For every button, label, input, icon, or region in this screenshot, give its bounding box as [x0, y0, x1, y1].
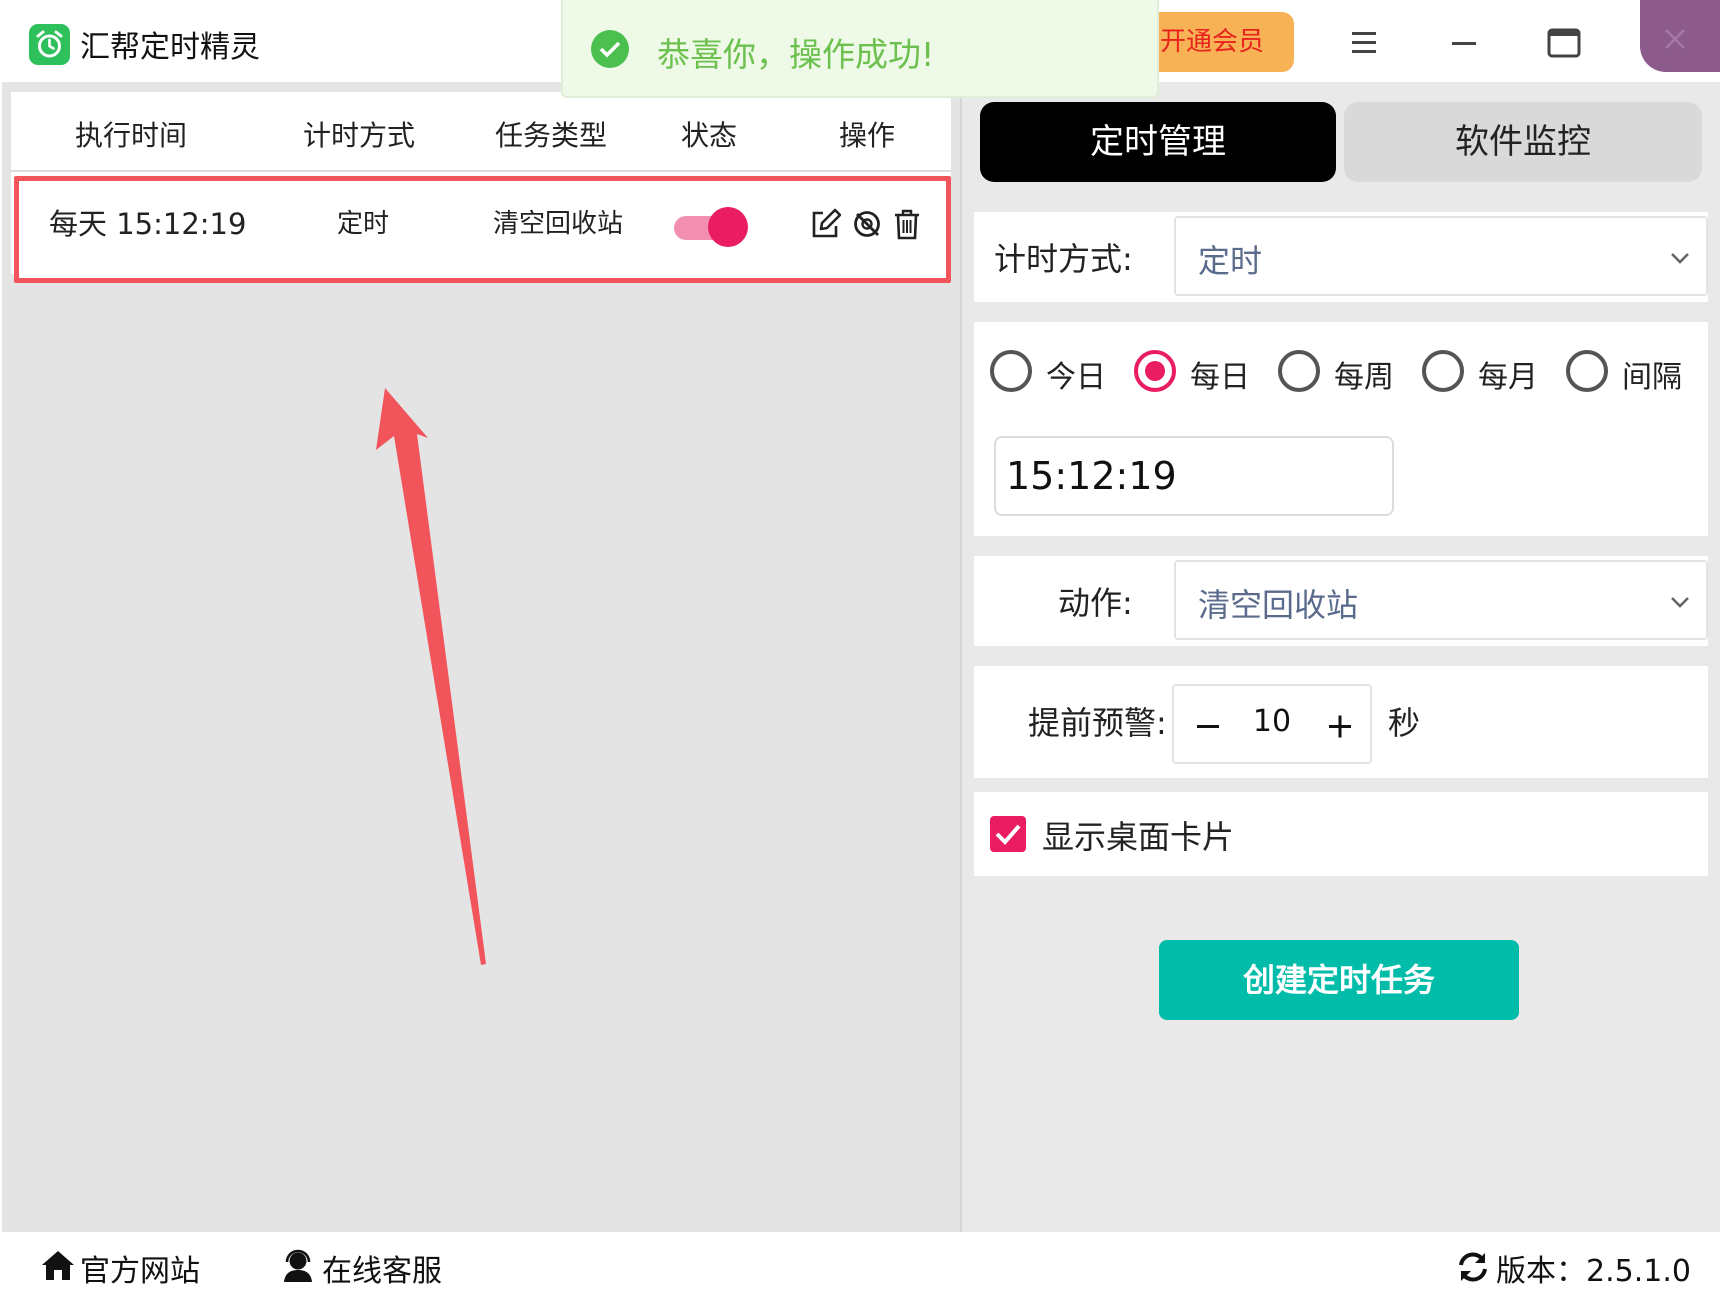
radio-monthly-label: 每月 [1478, 360, 1538, 395]
maximize-icon[interactable] [1539, 18, 1589, 68]
frequency-section: 今日 每日 每周 每月 间隔 15:12:19 [974, 322, 1708, 536]
annotation-arrow [376, 388, 486, 965]
tab-timer-management[interactable]: 定时管理 [980, 102, 1336, 182]
radio-interval-circle [1566, 350, 1608, 392]
radio-daily-label: 每日 [1190, 360, 1250, 395]
home-icon [42, 1251, 74, 1280]
show-card-label[interactable]: 显示桌面卡片 [1042, 812, 1234, 858]
success-toast: 恭喜你，操作成功! [561, 0, 1159, 98]
warning-value[interactable]: 10 [1234, 704, 1310, 739]
action-select[interactable]: 清空回收站 [1174, 560, 1708, 640]
toast-message: 恭喜你，操作成功! [657, 35, 935, 74]
radio-weekly-circle [1278, 350, 1320, 392]
timing-mode-label: 计时方式: [994, 240, 1133, 278]
warning-unit: 秒 [1388, 704, 1421, 742]
radio-today-circle [990, 350, 1032, 392]
close-icon [1665, 29, 1685, 49]
show-card-row: 显示桌面卡片 [974, 792, 1708, 876]
settings-panel: 定时管理 软件监控 计时方式: 定时 今日 每日 每周 每月 间隔 15:12:… [962, 82, 1720, 1232]
radio-interval-label: 间隔 [1622, 360, 1682, 395]
minimize-icon[interactable] [1439, 18, 1489, 68]
check-icon [995, 824, 1021, 845]
show-card-checkbox[interactable] [990, 816, 1026, 852]
menu-icon[interactable] [1339, 18, 1389, 68]
tab-software-monitor[interactable]: 软件监控 [1344, 102, 1702, 182]
official-website-label: 官方网站 [80, 1254, 200, 1289]
warning-stepper: 10 [1172, 684, 1372, 764]
chevron-down-icon [1671, 253, 1689, 264]
online-support-link[interactable]: 在线客服 [280, 1246, 450, 1289]
plus-icon[interactable] [1320, 706, 1360, 746]
timing-mode-select[interactable]: 定时 [1174, 216, 1708, 296]
close-button[interactable] [1640, 0, 1720, 72]
version-info: 版本：2.5.1.0 [1456, 1246, 1691, 1289]
create-task-button[interactable]: 创建定时任务 [1159, 940, 1519, 1020]
chevron-down-icon [1671, 597, 1689, 608]
radio-monthly[interactable]: 每月 [1422, 350, 1542, 395]
radio-daily-circle [1134, 350, 1176, 392]
time-input[interactable]: 15:12:19 [994, 436, 1394, 516]
radio-interval[interactable]: 间隔 [1566, 350, 1686, 395]
action-value: 清空回收站 [1198, 586, 1359, 624]
radio-weekly-label: 每周 [1334, 360, 1394, 395]
footer-bar: 官方网站 在线客服 版本：2.5.1.0 [0, 1232, 1720, 1300]
minus-icon[interactable] [1188, 706, 1228, 746]
refresh-icon [1459, 1252, 1487, 1282]
customer-service-icon [284, 1249, 312, 1282]
radio-daily[interactable]: 每日 [1134, 350, 1254, 395]
timing-mode-value: 定时 [1198, 242, 1263, 280]
version-label: 版本：2.5.1.0 [1496, 1254, 1691, 1289]
online-support-label: 在线客服 [322, 1254, 442, 1289]
warning-row: 提前预警: 10 秒 [974, 666, 1708, 778]
radio-monthly-circle [1422, 350, 1464, 392]
action-label: 动作: [1058, 584, 1133, 622]
timing-mode-row: 计时方式: 定时 [974, 212, 1708, 302]
radio-weekly[interactable]: 每周 [1278, 350, 1398, 395]
radio-today-label: 今日 [1046, 360, 1106, 395]
official-website-link[interactable]: 官方网站 [40, 1246, 200, 1289]
check-circle-icon [591, 30, 629, 68]
radio-today[interactable]: 今日 [990, 350, 1110, 395]
warning-label: 提前预警: [1028, 704, 1167, 742]
action-row: 动作: 清空回收站 [974, 556, 1708, 646]
